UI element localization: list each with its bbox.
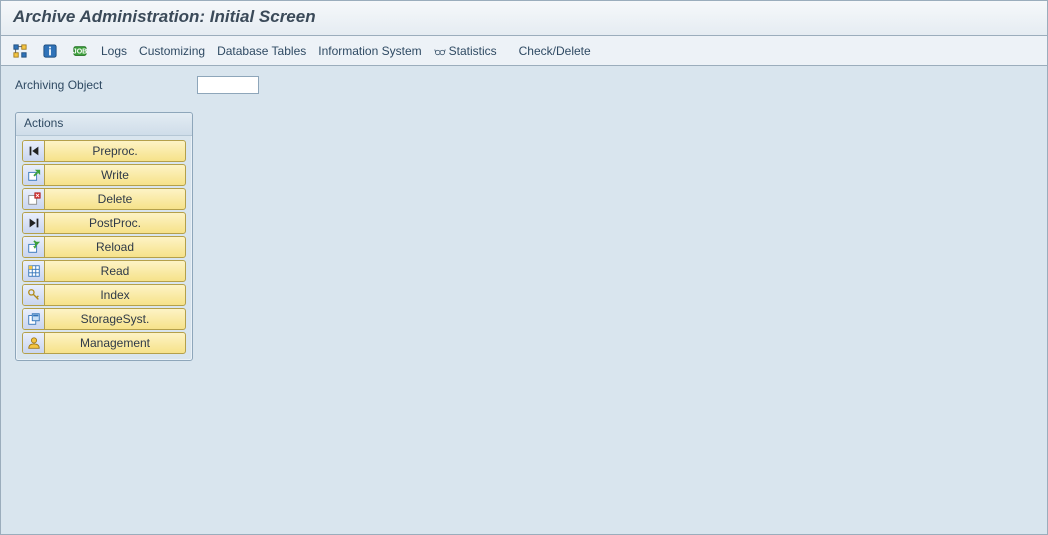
- postproc-label: PostProc.: [45, 216, 185, 230]
- delete-icon: [23, 189, 45, 209]
- reload-label: Reload: [45, 240, 185, 254]
- menu-information-system[interactable]: Information System: [318, 44, 421, 58]
- read-button[interactable]: Read: [22, 260, 186, 282]
- actions-panel: Actions Preproc. Write Delete: [15, 112, 193, 361]
- skip-back-icon: [23, 141, 45, 161]
- write-button[interactable]: Write: [22, 164, 186, 186]
- actions-panel-body: Preproc. Write Delete PostProc.: [16, 136, 192, 360]
- application-toolbar: JOB Logs Customizing Database Tables Inf…: [1, 36, 1047, 66]
- grid-icon: [23, 261, 45, 281]
- info-icon[interactable]: [41, 42, 59, 60]
- postproc-button[interactable]: PostProc.: [22, 212, 186, 234]
- skip-forward-icon: [23, 213, 45, 233]
- hierarchy-icon[interactable]: [11, 42, 29, 60]
- export-icon: [23, 165, 45, 185]
- menu-database-tables[interactable]: Database Tables: [217, 44, 306, 58]
- read-label: Read: [45, 264, 185, 278]
- delete-button[interactable]: Delete: [22, 188, 186, 210]
- management-label: Management: [45, 336, 185, 350]
- title-bar: Archive Administration: Initial Screen: [1, 1, 1047, 36]
- archiving-object-input[interactable]: [197, 76, 259, 94]
- job-icon[interactable]: JOB: [71, 42, 89, 60]
- svg-text:JOB: JOB: [73, 48, 87, 55]
- archiving-object-row: Archiving Object: [15, 76, 1033, 94]
- storage-icon: [23, 309, 45, 329]
- archiving-object-label: Archiving Object: [15, 78, 185, 92]
- storagesyst-button[interactable]: StorageSyst.: [22, 308, 186, 330]
- menu-check-delete[interactable]: Check/Delete: [519, 44, 591, 58]
- actions-panel-header: Actions: [16, 113, 192, 136]
- menu-logs[interactable]: Logs: [101, 44, 127, 58]
- delete-label: Delete: [45, 192, 185, 206]
- index-button[interactable]: Index: [22, 284, 186, 306]
- menu-statistics-label: Statistics: [449, 44, 497, 58]
- management-button[interactable]: Management: [22, 332, 186, 354]
- preproc-label: Preproc.: [45, 144, 185, 158]
- key-icon: [23, 285, 45, 305]
- glasses-icon: [434, 45, 446, 57]
- menu-customizing[interactable]: Customizing: [139, 44, 205, 58]
- preproc-button[interactable]: Preproc.: [22, 140, 186, 162]
- content-area: Archiving Object Actions Preproc. Write: [1, 66, 1047, 371]
- menu-statistics[interactable]: Statistics: [434, 44, 497, 58]
- import-icon: [23, 237, 45, 257]
- page-title: Archive Administration: Initial Screen: [13, 7, 1035, 27]
- reload-button[interactable]: Reload: [22, 236, 186, 258]
- user-icon: [23, 333, 45, 353]
- storagesyst-label: StorageSyst.: [45, 312, 185, 326]
- write-label: Write: [45, 168, 185, 182]
- index-label: Index: [45, 288, 185, 302]
